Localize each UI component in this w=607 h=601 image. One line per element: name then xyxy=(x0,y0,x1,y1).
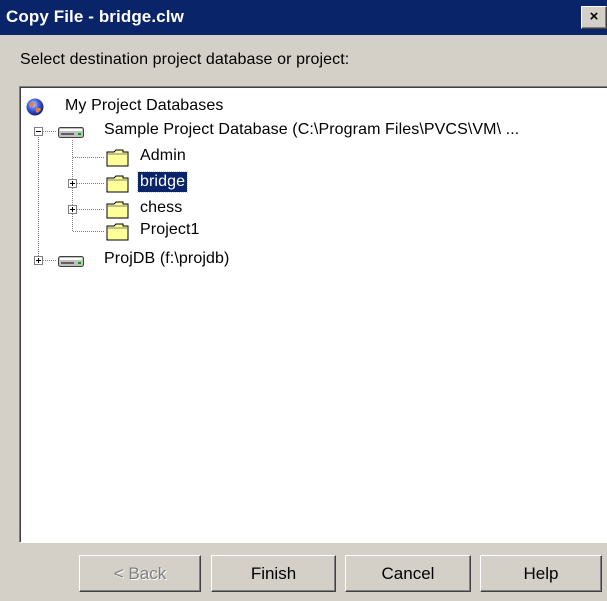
help-button[interactable]: Help xyxy=(480,555,602,592)
drive-icon xyxy=(58,254,84,273)
window-title: Copy File - bridge.clw xyxy=(6,7,184,26)
tree-node-admin[interactable]: Admin xyxy=(20,145,607,169)
tree-node-projdb[interactable]: ProjDB (f:\projdb) xyxy=(20,248,607,272)
tree-node-bridge[interactable]: bridge xyxy=(20,171,607,195)
tree-project-label: Admin xyxy=(140,147,186,164)
collapse-toggle[interactable] xyxy=(34,127,43,136)
tree-root-my-project-databases[interactable]: My Project Databases xyxy=(20,95,607,119)
expand-toggle[interactable] xyxy=(68,205,77,214)
tree-root-label: My Project Databases xyxy=(65,97,224,114)
expand-toggle[interactable] xyxy=(34,256,43,265)
tree-node-project1[interactable]: Project1 xyxy=(20,219,607,243)
tree-project-label: Project1 xyxy=(140,221,200,238)
tree-project-label-selected: bridge xyxy=(136,171,189,193)
tree-database-label: ProjDB (f:\projdb) xyxy=(104,250,230,267)
tree-project-label: chess xyxy=(140,199,183,216)
folder-icon xyxy=(106,174,130,199)
cancel-button[interactable]: Cancel xyxy=(345,555,471,592)
expand-toggle[interactable] xyxy=(68,179,77,188)
folder-icon xyxy=(106,148,130,173)
title-bar[interactable]: Copy File - bridge.clw × xyxy=(0,0,607,35)
close-icon[interactable]: × xyxy=(581,6,607,29)
folder-icon xyxy=(106,222,130,247)
project-tree[interactable]: My Project Databases Sample Project Data… xyxy=(19,86,607,543)
copy-file-dialog: Copy File - bridge.clw × Select destinat… xyxy=(0,0,607,601)
finish-button[interactable]: Finish xyxy=(211,555,336,592)
instruction-text: Select destination project database or p… xyxy=(20,51,350,68)
tree-database-label: Sample Project Database (C:\Program File… xyxy=(104,121,520,138)
tree-node-sample-project-database[interactable]: Sample Project Database (C:\Program File… xyxy=(20,119,607,143)
tree-node-chess[interactable]: chess xyxy=(20,197,607,221)
drive-icon xyxy=(58,125,84,144)
back-button[interactable]: < Back xyxy=(79,555,201,592)
